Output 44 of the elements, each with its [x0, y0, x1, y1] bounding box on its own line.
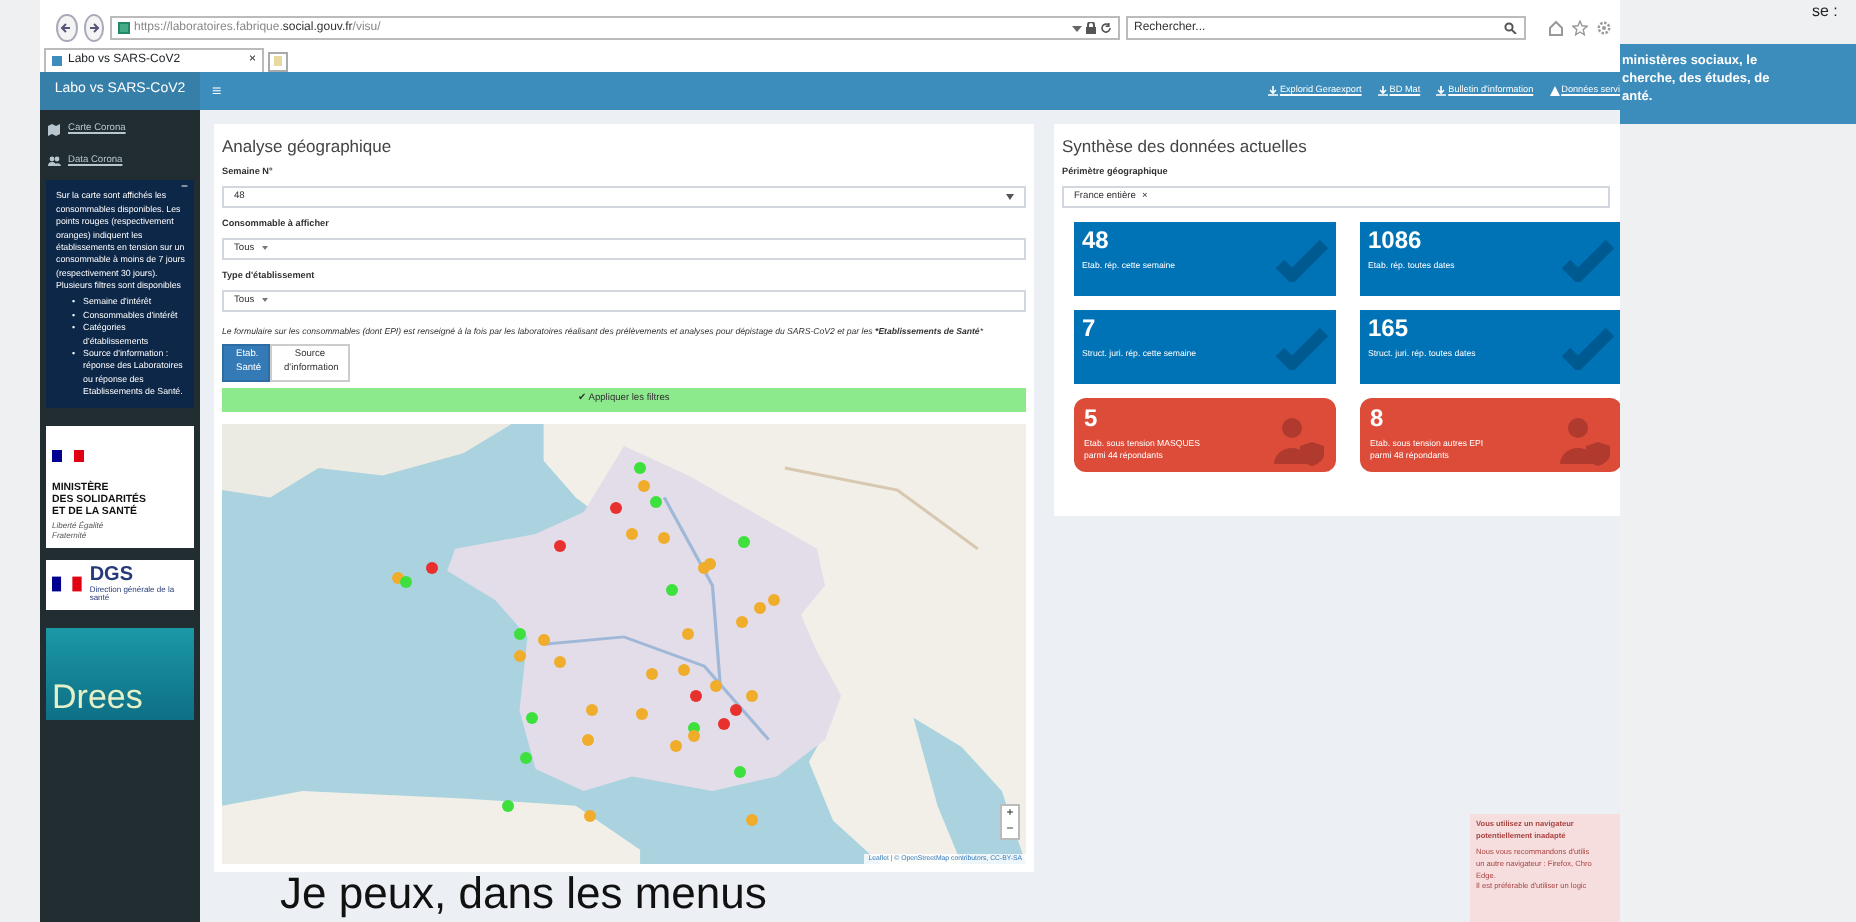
- stat-value: 8: [1370, 406, 1386, 433]
- panel-title: Analyse géographique: [222, 136, 394, 157]
- slide-text: se :: [1812, 0, 1838, 24]
- refresh-icon[interactable]: [1100, 22, 1112, 34]
- dropdown-icon: [1072, 23, 1082, 33]
- panel-title: Synthèse des données actuelles: [1062, 136, 1309, 157]
- download-icon: [1377, 85, 1388, 96]
- stat-value: 7: [1082, 316, 1098, 343]
- dropdown-icon: [262, 298, 269, 303]
- home-icon[interactable]: [1548, 20, 1564, 36]
- dropdown-icon: [262, 246, 269, 251]
- slide-caption: Je peux, dans les menus: [280, 868, 767, 919]
- forward-button[interactable]: [83, 14, 104, 42]
- warning-icon: [1549, 85, 1560, 96]
- check-icon: [1274, 238, 1330, 283]
- map-icon: [48, 123, 62, 136]
- flag-icon: [52, 576, 82, 593]
- stat-value: 1086: [1368, 228, 1424, 255]
- stat-value: 48: [1082, 228, 1111, 255]
- arrow-icon: [60, 22, 73, 34]
- page-icon: [118, 22, 130, 34]
- settings-icon[interactable]: [1596, 20, 1612, 36]
- search-icon[interactable]: [1504, 22, 1518, 34]
- star-icon[interactable]: [1572, 20, 1588, 36]
- download-icon: [1436, 85, 1447, 96]
- logo-text: Drees: [52, 679, 143, 714]
- new-tab-icon[interactable]: [268, 52, 288, 72]
- menu-button[interactable]: ≡: [212, 79, 222, 103]
- logo-text: DGS: [89, 565, 135, 586]
- user-shield-icon: [1558, 416, 1614, 469]
- check-icon: [1274, 326, 1330, 371]
- user-shield-icon: [1272, 416, 1328, 469]
- arrow-icon: [87, 22, 100, 34]
- check-icon: [1560, 238, 1616, 283]
- lock-icon: [1086, 22, 1096, 34]
- download-icon: [1267, 85, 1278, 96]
- back-button[interactable]: [56, 14, 77, 42]
- dropdown-icon: [1006, 194, 1014, 201]
- check-icon: [1560, 326, 1616, 371]
- flag-icon: [52, 450, 84, 463]
- users-icon: [48, 155, 62, 168]
- page-icon: [52, 56, 62, 66]
- stat-value: 165: [1368, 316, 1411, 343]
- stat-value: 5: [1084, 406, 1100, 433]
